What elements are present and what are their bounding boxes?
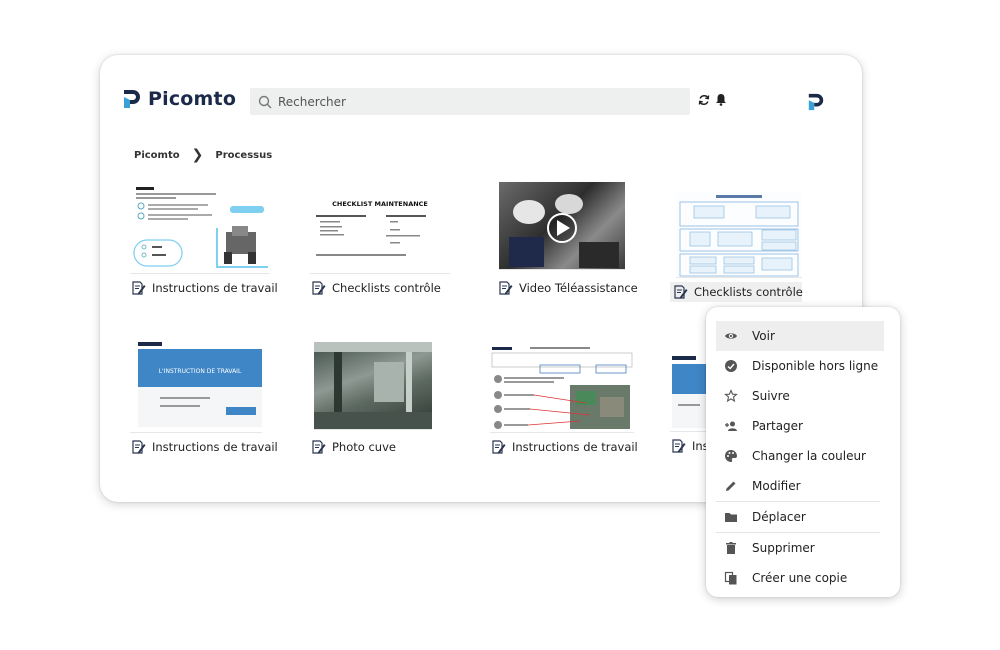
menu-item-label: Suivre xyxy=(752,389,790,403)
menu-item-suivre[interactable]: Suivre xyxy=(706,381,900,411)
thumbnail-photo xyxy=(314,342,432,430)
star-icon xyxy=(724,389,738,403)
tile-title: Instructions de travail xyxy=(152,281,278,295)
tile-label-row: Photo cuve xyxy=(310,439,450,455)
tile-label-row: Checklists contrôle xyxy=(670,282,803,302)
menu-item-label: Disponible hors ligne xyxy=(752,359,879,373)
tile-title: Checklists contrôle xyxy=(694,285,803,299)
document-edit-icon xyxy=(672,439,686,453)
sync-icon[interactable] xyxy=(698,94,710,106)
thumbnail-video xyxy=(499,182,625,270)
eye-icon xyxy=(725,333,737,339)
document-edit-icon xyxy=(312,440,326,454)
folder-icon xyxy=(725,513,737,522)
tile-label-row: Instructions de travail xyxy=(490,439,640,455)
menu-item-voir[interactable]: Voir xyxy=(716,321,884,351)
thumbnail-instruction-diagram xyxy=(490,345,634,433)
document-edit-icon xyxy=(499,281,513,295)
tile-label-row: Instructions de travail xyxy=(130,280,278,296)
menu-item-modifier[interactable]: Modifier xyxy=(706,471,900,501)
menu-item-supprimer[interactable]: Supprimer xyxy=(706,533,900,563)
document-edit-icon xyxy=(674,285,688,299)
menu-item-label: Déplacer xyxy=(752,510,806,524)
menu-item-label: Voir xyxy=(752,329,775,343)
thumbnail-checklist-maintenance: CHECKLIST MAINTENANCE xyxy=(310,182,450,274)
thumbnail-instruction-screen: L'INSTRUCTION DE TRAVAIL xyxy=(130,337,262,433)
app-logo[interactable]: Picomto xyxy=(122,88,236,110)
thumbnail-process-map xyxy=(676,192,802,278)
file-tile[interactable]: L'INSTRUCTION DE TRAVAIL Instructions de… xyxy=(130,337,278,455)
menu-item-disponible-hors-ligne[interactable]: Disponible hors ligne xyxy=(706,351,900,381)
offline-check-icon xyxy=(725,360,737,372)
menu-item-label: Modifier xyxy=(752,479,801,493)
tile-title: Photo cuve xyxy=(332,440,396,454)
tile-title: Checklists contrôle xyxy=(332,281,441,295)
menu-item-label: Partager xyxy=(752,419,803,433)
menu-item-label: Créer une copie xyxy=(752,571,848,585)
document-edit-icon xyxy=(132,440,146,454)
file-tile[interactable]: Ins xyxy=(670,352,710,454)
tile-label-row: Instructions de travail xyxy=(130,439,278,455)
tile-title: Video Téléassistance xyxy=(519,281,638,295)
copy-icon xyxy=(724,571,737,585)
menu-item-partager[interactable]: Partager xyxy=(706,411,900,441)
tile-label-row: Checklists contrôle xyxy=(310,280,450,296)
chevron-right-icon: ❯ xyxy=(191,147,204,163)
search-bar[interactable]: Rechercher xyxy=(250,88,690,115)
thumbnail-title: L'INSTRUCTION DE TRAVAIL xyxy=(158,368,242,375)
breadcrumb-item-processus[interactable]: Processus xyxy=(215,150,272,161)
app-name: Picomto xyxy=(148,88,237,110)
menu-item-creer-copie[interactable]: Créer une copie xyxy=(706,563,900,593)
file-tile[interactable]: Instructions de travail xyxy=(130,182,278,296)
breadcrumb-item-picomto[interactable]: Picomto xyxy=(134,150,180,161)
user-avatar-icon[interactable] xyxy=(807,92,825,112)
file-tile[interactable]: Video Téléassistance xyxy=(497,182,638,296)
palette-icon xyxy=(725,450,737,462)
stage: Picomto Rechercher Picomto ❯ Processus I… xyxy=(0,0,1000,650)
person-add-icon xyxy=(725,421,737,431)
context-menu: Voir Disponible hors ligne Suivre Partag… xyxy=(706,307,900,597)
file-tile[interactable]: Instructions de travail xyxy=(490,345,640,455)
file-tile[interactable]: Photo cuve xyxy=(310,342,450,455)
pencil-icon xyxy=(726,481,736,491)
search-input[interactable]: Rechercher xyxy=(278,95,346,109)
thumbnail-instruction-screen xyxy=(670,352,706,432)
toolbar-icons xyxy=(698,93,727,106)
document-edit-icon xyxy=(132,281,146,295)
tile-title: Instructions de travail xyxy=(512,440,638,454)
file-tile[interactable]: Checklists contrôle xyxy=(670,192,812,302)
tile-label-row: Ins xyxy=(670,438,710,454)
search-icon xyxy=(258,95,272,108)
document-edit-icon xyxy=(492,440,506,454)
menu-item-changer-couleur[interactable]: Changer la couleur xyxy=(706,441,900,471)
picomto-logo-icon xyxy=(124,90,140,108)
file-tile[interactable]: CHECKLIST MAINTENANCE Checklists contrôl… xyxy=(310,182,450,296)
menu-item-label: Changer la couleur xyxy=(752,449,866,463)
trash-icon xyxy=(726,542,736,554)
menu-item-label: Supprimer xyxy=(752,541,815,555)
tile-label-row: Video Téléassistance xyxy=(497,280,638,296)
bell-icon[interactable] xyxy=(715,93,727,106)
menu-item-deplacer[interactable]: Déplacer xyxy=(706,502,900,532)
breadcrumb: Picomto ❯ Processus xyxy=(134,147,272,163)
thumbnail-instruction-steps xyxy=(130,182,270,274)
document-edit-icon xyxy=(312,281,326,295)
tile-title: Instructions de travail xyxy=(152,440,278,454)
